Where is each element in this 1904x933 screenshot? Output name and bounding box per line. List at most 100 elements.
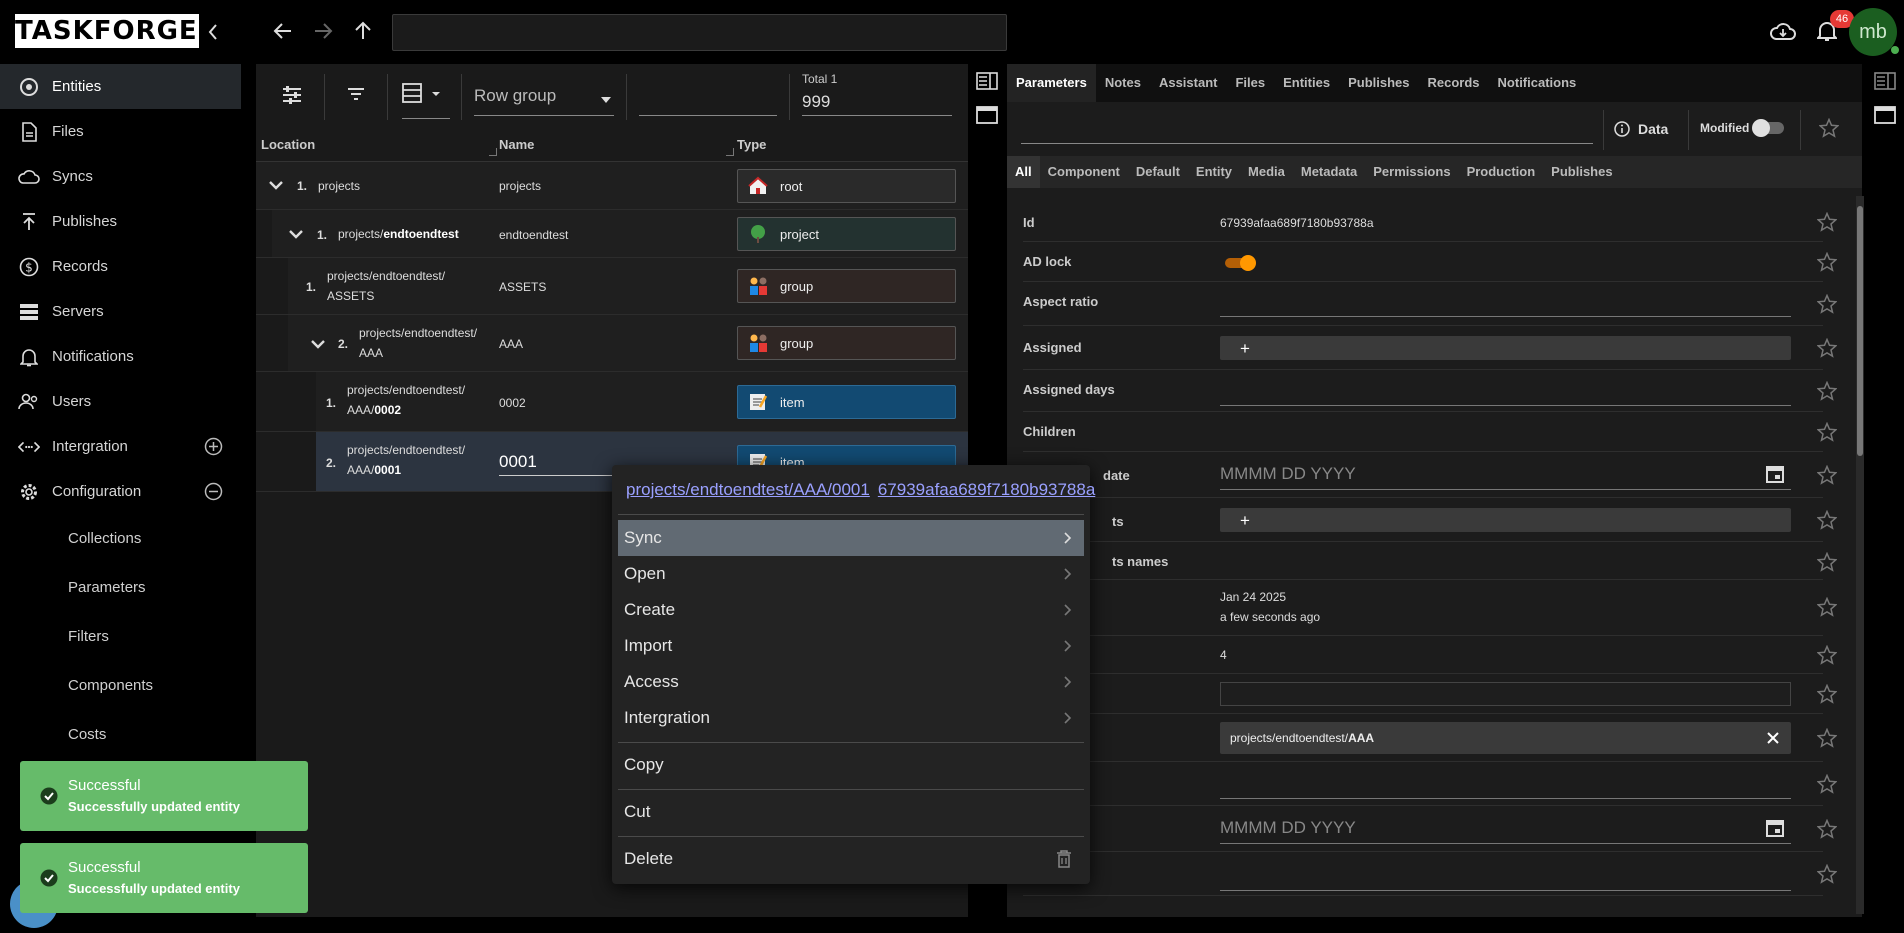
modified-toggle[interactable] xyxy=(1752,119,1784,137)
star-icon[interactable] xyxy=(1817,597,1837,617)
sidebar-subitem-components[interactable]: Components xyxy=(0,661,241,710)
star-icon[interactable] xyxy=(1817,819,1837,839)
type-chip-project[interactable]: project xyxy=(737,217,956,251)
star-icon[interactable] xyxy=(1817,338,1837,358)
column-header-name[interactable]: Name xyxy=(499,130,534,160)
menu-item-intergration[interactable]: Intergration xyxy=(618,700,1084,736)
panel-toggle-button[interactable] xyxy=(976,72,998,90)
sidebar-item-syncs[interactable]: Syncs xyxy=(0,154,241,199)
ts-add-button[interactable]: + xyxy=(1220,508,1791,532)
table-row[interactable]: 1. projects projects root xyxy=(256,162,968,210)
favorite-star-icon[interactable] xyxy=(1819,118,1839,138)
chevron-down-icon[interactable] xyxy=(310,339,326,349)
chevron-down-icon[interactable] xyxy=(268,180,284,190)
success-toast[interactable]: Successful Successfully updated entity xyxy=(20,761,308,831)
data-button[interactable]: Data xyxy=(1614,114,1668,144)
view-mode-select[interactable] xyxy=(402,82,450,119)
sidebar-subitem-costs[interactable]: Costs xyxy=(0,710,241,759)
parent-chip[interactable]: projects/endtoendtest/AAA xyxy=(1220,722,1791,754)
window-toggle-button-right[interactable] xyxy=(1874,106,1896,124)
subtab-metadata[interactable]: Metadata xyxy=(1293,156,1365,188)
star-icon[interactable] xyxy=(1817,684,1837,704)
panel-toggle-button-right[interactable] xyxy=(1874,72,1896,90)
menu-item-sync[interactable]: Sync xyxy=(618,520,1084,556)
tune-button[interactable] xyxy=(281,84,303,106)
assigned-days-input[interactable] xyxy=(1220,405,1791,406)
menu-item-open[interactable]: Open xyxy=(618,556,1084,592)
parameters-search-input[interactable] xyxy=(1021,114,1593,144)
subtab-production[interactable]: Production xyxy=(1459,156,1544,188)
type-chip-item[interactable]: item xyxy=(737,385,956,419)
menu-item-copy[interactable]: Copy xyxy=(618,747,1084,783)
menu-item-import[interactable]: Import xyxy=(618,628,1084,664)
tab-parameters[interactable]: Parameters xyxy=(1007,64,1096,102)
remove-circle-icon[interactable] xyxy=(204,482,223,501)
scrollbar-thumb[interactable] xyxy=(1857,206,1863,456)
subtab-permissions[interactable]: Permissions xyxy=(1365,156,1458,188)
subtab-entity[interactable]: Entity xyxy=(1188,156,1240,188)
back-button[interactable] xyxy=(272,20,294,42)
sidebar-subitem-collections[interactable]: Collections xyxy=(0,514,241,563)
sidebar-item-records[interactable]: $ Records xyxy=(0,244,241,289)
entity-path-link[interactable]: projects/endtoendtest/AAA/0001 xyxy=(626,480,870,500)
menu-item-create[interactable]: Create xyxy=(618,592,1084,628)
menu-item-cut[interactable]: Cut xyxy=(618,794,1084,830)
type-chip-group[interactable]: group xyxy=(737,269,956,303)
table-row[interactable]: 1. projects/endtoendtest/AAA/0002 0002 i… xyxy=(256,372,968,432)
assigned-add-button[interactable]: + xyxy=(1220,336,1791,360)
date-input[interactable]: MMMM DD YYYY xyxy=(1220,464,1356,484)
star-icon[interactable] xyxy=(1817,252,1837,272)
table-row[interactable]: 1. projects/endtoendtest endtoendtest pr… xyxy=(256,210,968,258)
menu-item-delete[interactable]: Delete xyxy=(618,841,1084,877)
tab-notes[interactable]: Notes xyxy=(1096,64,1150,102)
window-toggle-button[interactable] xyxy=(976,106,998,124)
aspect-ratio-input[interactable] xyxy=(1220,316,1791,317)
subtab-component[interactable]: Component xyxy=(1040,156,1128,188)
cloud-download-button[interactable] xyxy=(1770,20,1796,42)
column-resize-handle[interactable] xyxy=(726,148,734,156)
blank-input[interactable] xyxy=(1220,798,1791,799)
sidebar-item-notifications[interactable]: Notifications xyxy=(0,334,241,379)
filter-button[interactable] xyxy=(346,84,366,104)
forward-button[interactable] xyxy=(312,20,334,42)
text-input[interactable] xyxy=(1220,682,1791,706)
star-icon[interactable] xyxy=(1817,645,1837,665)
chevron-down-icon[interactable] xyxy=(288,229,304,239)
star-icon[interactable] xyxy=(1817,212,1837,232)
star-icon[interactable] xyxy=(1817,465,1837,485)
column-header-location[interactable]: Location xyxy=(261,130,315,160)
star-icon[interactable] xyxy=(1817,381,1837,401)
star-icon[interactable] xyxy=(1817,422,1837,442)
collapse-sidebar-button[interactable] xyxy=(206,22,220,42)
type-chip-group[interactable]: group xyxy=(737,326,956,360)
subtab-default[interactable]: Default xyxy=(1128,156,1188,188)
tab-publishes[interactable]: Publishes xyxy=(1339,64,1418,102)
column-header-type[interactable]: Type xyxy=(737,130,766,160)
sidebar-item-publishes[interactable]: Publishes xyxy=(0,199,241,244)
menu-item-access[interactable]: Access xyxy=(618,664,1084,700)
grid-search-input[interactable] xyxy=(639,86,777,116)
star-icon[interactable] xyxy=(1817,552,1837,572)
success-toast[interactable]: Successful Successfully updated entity xyxy=(20,843,308,913)
tab-files[interactable]: Files xyxy=(1226,64,1274,102)
tab-notifications[interactable]: Notifications xyxy=(1489,64,1586,102)
row-group-select[interactable]: Row group xyxy=(474,86,614,116)
subtab-media[interactable]: Media xyxy=(1240,156,1293,188)
app-logo[interactable]: TASKFORGER xyxy=(15,14,199,48)
table-row[interactable]: 2. projects/endtoendtest/AAA AAA group xyxy=(256,315,968,372)
date-input[interactable]: MMMM DD YYYY xyxy=(1220,818,1356,838)
user-avatar[interactable]: mb xyxy=(1849,8,1897,56)
sidebar-item-servers[interactable]: Servers xyxy=(0,289,241,334)
table-row[interactable]: 1. projects/endtoendtest/ASSETS ASSETS g… xyxy=(256,258,968,315)
star-icon[interactable] xyxy=(1817,864,1837,884)
sidebar-item-entities[interactable]: Entities xyxy=(0,64,241,109)
sidebar-item-intergration[interactable]: Intergration xyxy=(0,424,241,469)
star-icon[interactable] xyxy=(1817,728,1837,748)
tab-assistant[interactable]: Assistant xyxy=(1150,64,1227,102)
type-chip-root[interactable]: root xyxy=(737,169,956,203)
star-icon[interactable] xyxy=(1817,774,1837,794)
details-scrollbar[interactable] xyxy=(1856,196,1864,914)
sidebar-item-files[interactable]: Files xyxy=(0,109,241,154)
subtab-publishes[interactable]: Publishes xyxy=(1543,156,1620,188)
tab-entities[interactable]: Entities xyxy=(1274,64,1339,102)
